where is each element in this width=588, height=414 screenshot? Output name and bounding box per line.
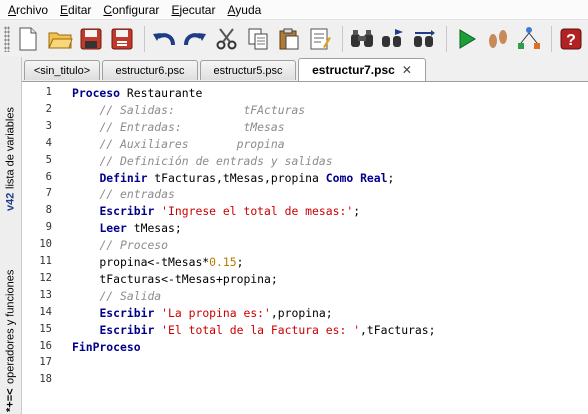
line-number: 15: [39, 322, 52, 335]
new-file-icon[interactable]: [14, 24, 43, 54]
tab-sin-titulo[interactable]: <sin_titulo>: [24, 60, 100, 80]
code-line[interactable]: Escribir 'La propina es:',propina;: [72, 306, 332, 320]
menu-ayuda[interactable]: Ayuda: [221, 0, 267, 20]
code-line[interactable]: // entradas: [72, 187, 174, 201]
variables-list-tab[interactable]: v⁢42 lista de variables: [2, 61, 19, 211]
line-number: 5: [45, 153, 52, 166]
operators-functions-tab[interactable]: *+=< operadores y funciones: [2, 227, 19, 412]
operators-icon: *+=<: [4, 388, 17, 412]
code-line[interactable]: Proceso Restaurante: [72, 86, 202, 100]
tab-label: <sin_titulo>: [33, 64, 91, 77]
toolbar-separator: [143, 26, 145, 52]
code-line[interactable]: // Definición de entrads y salidas: [72, 154, 332, 168]
paste-icon[interactable]: [274, 24, 303, 54]
toolbar-separator: [446, 26, 448, 52]
code-line[interactable]: Leer tMesas;: [72, 221, 181, 235]
step-by-step-icon[interactable]: [483, 24, 512, 54]
tab-estructur5[interactable]: estructur5.psc: [200, 60, 296, 80]
variables-list-label: lista de variables: [4, 106, 17, 189]
line-number: 18: [39, 373, 52, 386]
menu-ejecutar[interactable]: Ejecutar: [165, 0, 221, 20]
line-number: 16: [39, 339, 52, 352]
line-number-gutter: 1 2 3 4 5 6 7 8 9 10 11 12 13 14 15 16 17 18: [22, 82, 60, 414]
copy-icon[interactable]: [243, 24, 272, 54]
toolbar: ?: [0, 21, 588, 57]
toolbar-separator: [550, 26, 552, 52]
variables-icon: v⁢42: [4, 192, 17, 211]
operators-functions-label: operadores y funciones: [4, 270, 17, 385]
search-icon[interactable]: [348, 24, 377, 54]
save-icon[interactable]: [76, 24, 105, 54]
line-number: 3: [45, 119, 52, 132]
close-icon[interactable]: ✕: [402, 63, 412, 77]
search-next-icon[interactable]: [379, 24, 408, 54]
code-line[interactable]: FinProceso: [72, 340, 141, 354]
undo-icon[interactable]: [150, 24, 179, 54]
line-number: 8: [45, 204, 52, 217]
menu-bar: Archivo Editar Configurar Ejecutar Ayuda: [0, 0, 588, 20]
tab-label: estructur6.psc: [115, 64, 185, 77]
edit-flow-icon[interactable]: [306, 24, 335, 54]
save-as-icon[interactable]: [107, 24, 136, 54]
code-line[interactable]: propina<-tMesas*0.15;: [72, 255, 243, 269]
line-number: 7: [45, 187, 52, 200]
svg-text:?: ?: [566, 32, 576, 49]
line-number: 4: [45, 136, 52, 149]
explain-icon[interactable]: [515, 24, 544, 54]
tab-estructur6[interactable]: estructur6.psc: [102, 60, 198, 80]
line-number: 14: [39, 305, 52, 318]
code-line[interactable]: // Proceso: [72, 238, 168, 252]
open-folder-icon[interactable]: [45, 24, 74, 54]
toolbar-separator: [341, 26, 343, 52]
line-number: 11: [39, 255, 52, 267]
run-icon[interactable]: [452, 24, 481, 54]
file-tabs: <sin_titulo> estructur6.psc estructur5.p…: [22, 57, 588, 82]
tab-label: estructur5.psc: [213, 64, 283, 77]
tab-label: estructur7.psc: [312, 63, 395, 77]
redo-icon[interactable]: [181, 24, 210, 54]
code-line[interactable]: // Salidas: tFActuras: [72, 103, 305, 117]
line-number: 9: [45, 221, 52, 234]
line-number: 17: [39, 356, 52, 369]
menu-configurar[interactable]: Configurar: [97, 0, 165, 20]
code-line[interactable]: tFacturas<-tMesas+propina;: [72, 272, 277, 286]
code-line[interactable]: // Auxiliares propina: [72, 137, 284, 151]
help-icon[interactable]: ?: [557, 24, 586, 54]
menu-archivo[interactable]: Archivo: [2, 0, 54, 20]
tab-estructur7[interactable]: estructur7.psc ✕: [298, 58, 426, 81]
toolbar-grip[interactable]: [4, 26, 10, 52]
cut-icon[interactable]: [212, 24, 241, 54]
line-number: 1: [45, 86, 52, 98]
line-number: 2: [45, 102, 52, 115]
replace-icon[interactable]: [410, 24, 439, 54]
menu-editar[interactable]: Editar: [54, 0, 97, 20]
line-number: 6: [45, 170, 52, 183]
side-panel: v⁢42 lista de variables *+=< operadores …: [0, 57, 22, 414]
code-line[interactable]: Escribir 'El total de la Factura es: ',t…: [72, 323, 435, 337]
line-number: 12: [39, 271, 52, 284]
code-line[interactable]: // Salida: [72, 289, 161, 303]
code-line[interactable]: // Entradas: tMesas: [72, 120, 284, 134]
line-number: 10: [39, 238, 52, 251]
line-number: 13: [39, 288, 52, 301]
code-line[interactable]: Escribir 'Ingrese el total de mesas:';: [72, 204, 360, 218]
code-editor[interactable]: 1 2 3 4 5 6 7 8 9 10 11 12 13 14 15 16 17 18 Proceso Rest…: [22, 82, 588, 414]
code-line[interactable]: Definir tFacturas,tMesas,propina Como Re…: [72, 171, 394, 185]
